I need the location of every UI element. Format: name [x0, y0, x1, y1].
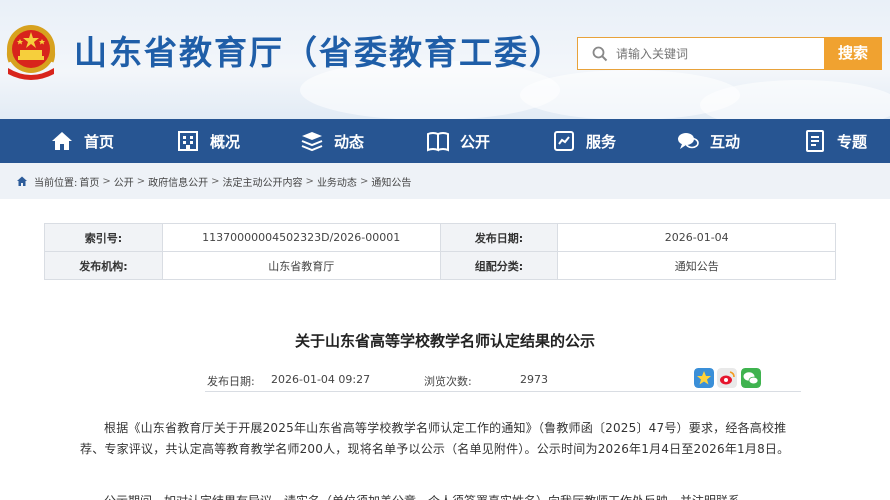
document-info-table: 索引号: 11370000004502323D/2026-00001 发布日期:…: [44, 223, 836, 280]
nav-item-public[interactable]: 公开: [426, 119, 490, 163]
building-icon: [178, 131, 198, 151]
breadcrumb-item[interactable]: 通知公告: [371, 174, 411, 189]
table-row: 发布机构: 山东省教育厅 组配分类: 通知公告: [44, 251, 836, 280]
divider: [205, 391, 801, 392]
breadcrumb-item[interactable]: 首页: [79, 174, 99, 189]
breadcrumb: 当前位置: 首页 > 公开 > 政府信息公开 > 法定主动公开内容 > 业务动态…: [0, 163, 890, 199]
date-value: 2026-01-04: [557, 223, 836, 252]
national-emblem-icon: [6, 25, 56, 80]
views-label: 浏览次数:: [424, 375, 472, 388]
nav-label: 互动: [710, 132, 741, 151]
views-value: 2973: [520, 373, 548, 386]
index-value: 11370000004502323D/2026-00001: [161, 223, 441, 252]
breadcrumb-separator: >: [136, 175, 146, 187]
search-box[interactable]: [577, 37, 824, 70]
favorite-star-icon[interactable]: [694, 368, 714, 388]
search-icon: [592, 46, 608, 62]
location-icon: [17, 176, 27, 186]
nav-label: 专题: [837, 132, 868, 151]
publish-value: 2026-01-04 09:27: [271, 373, 371, 386]
table-row: 索引号: 11370000004502323D/2026-00001 发布日期:…: [44, 223, 836, 252]
weibo-icon[interactable]: [717, 368, 737, 388]
book-icon: [427, 132, 449, 152]
article-paragraph: 公示期间，如对认定结果有异议，请实名（单位须加盖公章，个人须签署真实姓名）向我厅…: [80, 491, 802, 500]
nav-item-interact[interactable]: 互动: [676, 119, 740, 163]
breadcrumb-separator: >: [211, 175, 220, 187]
nav-label: 公开: [460, 132, 491, 151]
hands-icon: [554, 131, 574, 151]
breadcrumb-item[interactable]: 业务动态: [317, 174, 357, 189]
nav-item-topics[interactable]: 专题: [803, 119, 867, 163]
chat-icon: [678, 133, 699, 149]
date-label: 发布日期:: [439, 223, 559, 252]
category-label: 组配分类:: [439, 251, 559, 280]
org-value: 山东省教育厅: [161, 251, 441, 280]
nav-item-home[interactable]: 首页: [50, 119, 114, 163]
search-button[interactable]: 搜索: [824, 37, 882, 70]
nav-label: 概况: [210, 132, 241, 151]
breadcrumb-item[interactable]: 政府信息公开: [148, 174, 208, 189]
article-title: 关于山东省高等学校教学名师认定结果的公示: [294, 332, 595, 350]
site-header: 山东省教育厅（省委教育工委） 搜索: [0, 0, 890, 119]
search-input[interactable]: [616, 43, 816, 65]
publish-label: 发布日期:: [207, 375, 255, 388]
nav-label: 首页: [84, 132, 115, 151]
breadcrumb-item[interactable]: 公开: [114, 174, 134, 189]
category-value: 通知公告: [557, 251, 836, 280]
document-icon: [806, 130, 824, 152]
breadcrumb-separator: >: [102, 175, 111, 187]
nav-item-overview[interactable]: 概况: [176, 119, 240, 163]
site-title: 山东省教育厅（省委教育工委）: [74, 33, 564, 72]
home-icon: [52, 132, 72, 150]
breadcrumb-prefix: 当前位置:: [34, 177, 78, 189]
main-nav: 首页 概况 动态 公开 服务 互动 专题: [0, 119, 890, 163]
nav-item-service[interactable]: 服务: [552, 119, 616, 163]
stack-icon: [301, 132, 323, 152]
nav-label: 动态: [334, 132, 365, 151]
nav-item-news[interactable]: 动态: [300, 119, 364, 163]
breadcrumb-separator: >: [359, 175, 369, 187]
index-label: 索引号:: [44, 223, 163, 252]
org-label: 发布机构:: [44, 251, 163, 280]
nav-label: 服务: [586, 132, 617, 151]
wechat-icon[interactable]: [741, 368, 761, 388]
breadcrumb-item[interactable]: 法定主动公开内容: [223, 174, 303, 189]
breadcrumb-separator: >: [305, 175, 314, 187]
article-paragraph: 根据《山东省教育厅关于开展2025年山东省高等学校教学名师认定工作的通知》（鲁教…: [80, 421, 790, 456]
